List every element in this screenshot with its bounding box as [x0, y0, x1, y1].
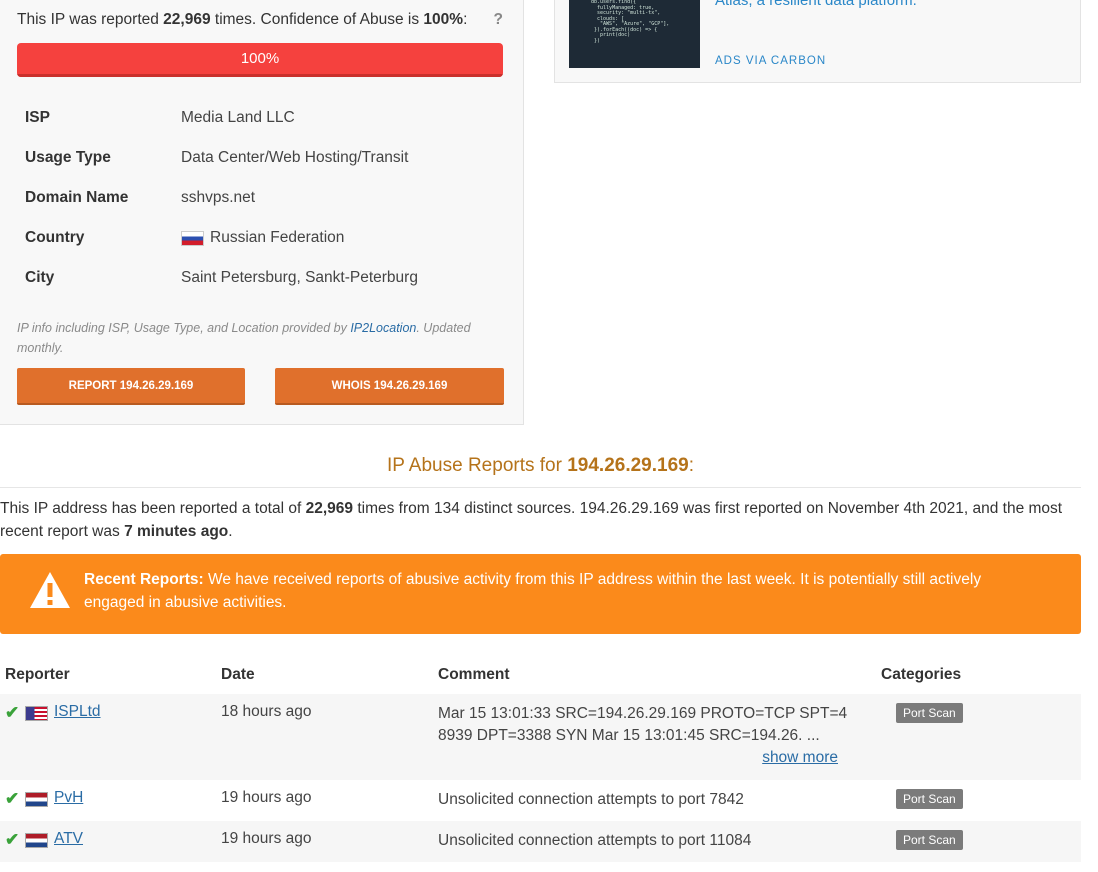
report-comment: Unsolicited connection attempts to port … [438, 791, 744, 808]
report-date: 19 hours ago [221, 789, 312, 806]
info-key: City [25, 269, 55, 286]
table-row: ✔ PvH 19 hours ago Unsolicited connectio… [0, 780, 1081, 821]
report-comment: Unsolicited connection attempts to port … [438, 832, 752, 849]
info-key: ISP [25, 109, 50, 126]
reporter-link[interactable]: ATV [54, 830, 83, 848]
info-row-domain: Domain Name sshvps.net [25, 178, 505, 218]
info-value: Media Land LLC [181, 109, 295, 126]
info-key: Domain Name [25, 189, 129, 206]
category-badge[interactable]: Port Scan [896, 789, 963, 809]
russia-flag-icon [181, 230, 204, 246]
info-row-isp: ISP Media Land LLC [25, 98, 505, 138]
recent-reports-alert: Recent Reports: We have received reports… [0, 554, 1081, 634]
check-icon: ✔ [5, 703, 20, 722]
report-comment: Mar 15 13:01:33 SRC=194.26.29.169 PROTO=… [438, 705, 848, 744]
check-icon: ✔ [5, 789, 20, 808]
ip-info-attribution: IP info including ISP, Usage Type, and L… [17, 321, 471, 355]
netherlands-flag-icon [25, 792, 48, 807]
ad-code-graphic: db.users.find({ fullyManaged: true, secu… [591, 0, 670, 44]
info-value: sshvps.net [181, 189, 256, 206]
confidence-line: This IP was reported 22,969 times. Confi… [17, 11, 503, 29]
confidence-progress-bar: 100% [17, 43, 503, 77]
table-row: ✔ ISPLtd 18 hours ago Mar 15 13:01:33 SR… [0, 694, 1081, 780]
header-categories: Categories [881, 666, 962, 683]
category-badge[interactable]: Port Scan [896, 830, 963, 850]
usa-flag-icon [25, 706, 48, 721]
report-date: 19 hours ago [221, 830, 312, 847]
reporter-link[interactable]: PvH [54, 789, 83, 807]
info-key: Country [25, 229, 85, 246]
info-value: Saint Petersburg, Sankt-Peterburg [181, 269, 418, 286]
info-row-usage-type: Usage Type Data Center/Web Hosting/Trans… [25, 138, 505, 178]
info-row-country: Country Russian Federation [25, 218, 505, 258]
reporter-link[interactable]: ISPLtd [54, 703, 101, 721]
show-more-link[interactable]: show more [762, 747, 838, 769]
ip-info-table: ISP Media Land LLC Usage Type Data Cente… [25, 98, 505, 298]
header-date: Date [221, 666, 255, 683]
divider [0, 487, 1081, 488]
table-row: ✔ ATV 19 hours ago Unsolicited connectio… [0, 821, 1081, 862]
report-ip-button[interactable]: REPORT 194.26.29.169 [17, 368, 245, 405]
ip-info-panel: This IP was reported 22,969 times. Confi… [0, 0, 524, 425]
help-icon[interactable]: ? [494, 11, 503, 29]
ad-image[interactable]: db.users.find({ fullyManaged: true, secu… [569, 0, 700, 68]
info-key: Usage Type [25, 149, 111, 166]
report-date: 18 hours ago [221, 703, 312, 720]
info-value: Russian Federation [181, 229, 344, 247]
warning-icon [30, 572, 70, 608]
whois-ip-button[interactable]: WHOIS 194.26.29.169 [275, 368, 504, 405]
category-badge[interactable]: Port Scan [896, 703, 963, 723]
alert-text: Recent Reports: We have received reports… [84, 571, 982, 611]
ads-via-carbon-link[interactable]: ADS VIA CARBON [715, 55, 826, 67]
netherlands-flag-icon [25, 833, 48, 848]
table-header: Reporter Date Comment Categories [0, 656, 1081, 694]
reports-title: IP Abuse Reports for 194.26.29.169: [386, 455, 695, 476]
header-reporter: Reporter [5, 666, 70, 683]
reports-summary: This IP address has been reported a tota… [0, 500, 1063, 540]
confidence-progress-fill: 100% [17, 43, 503, 77]
info-row-city: City Saint Petersburg, Sankt-Peterburg [25, 258, 505, 298]
header-comment: Comment [438, 666, 510, 683]
ip2location-link[interactable]: IP2Location [350, 321, 416, 335]
reports-table: Reporter Date Comment Categories ✔ ISPLt… [0, 656, 1081, 862]
info-value: Data Center/Web Hosting/Transit [181, 149, 409, 166]
check-icon: ✔ [5, 830, 20, 849]
ad-text-link[interactable]: Atlas, a resilient data platform. [715, 0, 917, 9]
carbon-ad[interactable]: db.users.find({ fullyManaged: true, secu… [554, 0, 1081, 83]
